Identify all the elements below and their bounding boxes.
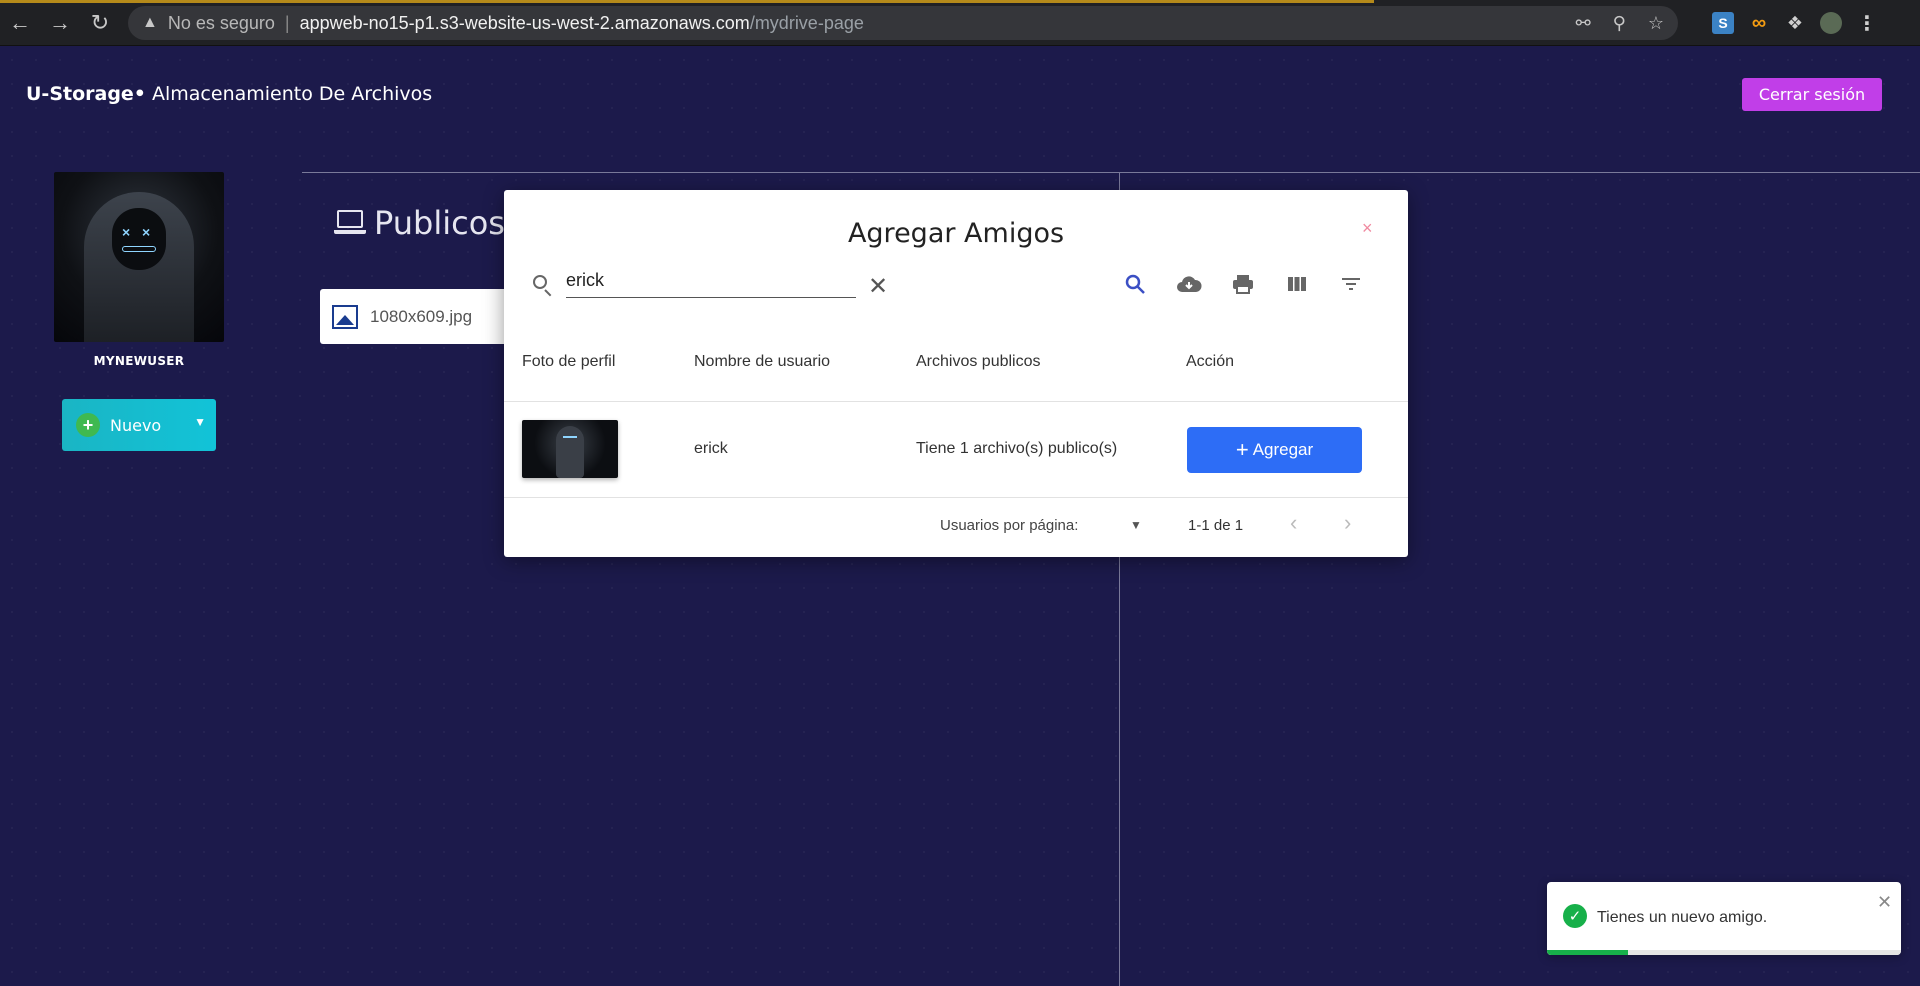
user-avatar [522,420,618,478]
column-header-photo[interactable]: Foto de perfil [522,353,615,371]
columns-icon[interactable] [1282,270,1312,298]
star-icon[interactable]: ☆ [1648,13,1664,34]
file-card[interactable]: 1080x609.jpg [320,289,520,344]
file-name: 1080x609.jpg [370,306,473,326]
extension-s-icon[interactable]: S [1712,12,1734,34]
logout-button[interactable]: Cerrar sesión [1742,78,1882,111]
extensions-puzzle-icon[interactable]: ❖ [1784,12,1806,34]
pagination-range: 1-1 de 1 [1188,517,1244,534]
close-icon[interactable]: × [1362,218,1373,239]
browser-profile-avatar[interactable] [1820,12,1842,34]
back-arrow-icon[interactable]: ← [0,0,40,46]
toast-message: Tienes un nuevo amigo. [1597,909,1768,926]
app-title: U-Storage• Almacenamiento De Archivos [26,83,432,105]
app-subtitle: Almacenamiento De Archivos [145,83,433,105]
browser-toolbar: ← → ↻ ▲ No es seguro | appweb-no15-p1.s3… [0,0,1920,46]
cell-username: erick [694,440,728,457]
section-title: Publicos [334,204,505,242]
dialog-title: Agregar Amigos [847,218,1065,249]
reload-icon[interactable]: ↻ [80,0,120,46]
url-path: /mydrive-page [749,12,864,33]
brand-name: U-Storage• [26,83,146,105]
table-header-divider [504,401,1408,402]
insecure-label: No es seguro [167,12,275,33]
rows-per-page-dropdown-icon[interactable]: ▼ [1130,518,1142,532]
search-icon [532,274,554,297]
profile-picture: × × [54,172,224,342]
print-icon[interactable] [1228,270,1258,298]
plus-circle-icon: + [76,413,100,437]
table-footer-divider [504,497,1408,498]
add-friends-dialog: Agregar Amigos × ✕ Foto de perfil Nombre… [504,190,1408,557]
divider-horizontal [302,172,1920,173]
filter-icon[interactable] [1336,270,1366,298]
column-header-public-files[interactable]: Archivos publicos [916,353,1041,371]
cell-public-files: Tiene 1 archivo(s) publico(s) [916,440,1118,457]
key-icon[interactable]: ⚯ [1576,13,1591,34]
section-title-text: Publicos [374,204,505,242]
username-label: MYNEWUSER [93,354,185,368]
success-toast: ✓ Tienes un nuevo amigo. ✕ [1547,882,1901,955]
add-friend-button[interactable]: + Agregar [1187,427,1362,473]
laptop-icon [334,210,366,236]
chevron-right-icon[interactable]: › [1344,510,1351,536]
address-separator: | [284,12,290,33]
table-toolbar [1120,270,1366,298]
chevron-left-icon[interactable]: ‹ [1290,510,1297,536]
close-icon[interactable]: ✕ [1877,892,1892,913]
zoom-icon[interactable]: ⚲ [1613,13,1626,34]
caret-down-icon[interactable]: ▼ [194,415,206,429]
column-header-action[interactable]: Acción [1186,353,1234,371]
warning-icon: ▲ [142,14,158,31]
add-friend-label: Agregar [1252,440,1314,459]
column-header-username[interactable]: Nombre de usuario [694,353,830,371]
search-icon[interactable] [1120,270,1150,298]
rows-per-page-label: Usuarios por página: [940,517,1079,534]
url-host: appweb-no15-p1.s3-website-us-west-2.amaz… [299,12,750,33]
plus-icon: + [1235,437,1249,462]
download-icon[interactable] [1174,270,1204,298]
clear-search-icon[interactable]: ✕ [868,272,888,301]
new-button[interactable]: + Nuevo ▼ [62,399,216,451]
new-button-label: Nuevo [110,415,162,435]
search-input[interactable] [566,264,856,298]
browser-menu-icon[interactable]: ⋮ [1856,12,1878,35]
page-load-indicator [0,0,1374,3]
toast-progress-bar [1547,950,1629,955]
check-circle-icon: ✓ [1563,904,1587,928]
address-bar[interactable]: ▲ No es seguro | appweb-no15-p1.s3-websi… [128,6,1678,40]
forward-arrow-icon[interactable]: → [40,0,80,46]
extension-infinity-icon[interactable]: ∞ [1748,12,1770,34]
image-file-icon [332,304,358,329]
